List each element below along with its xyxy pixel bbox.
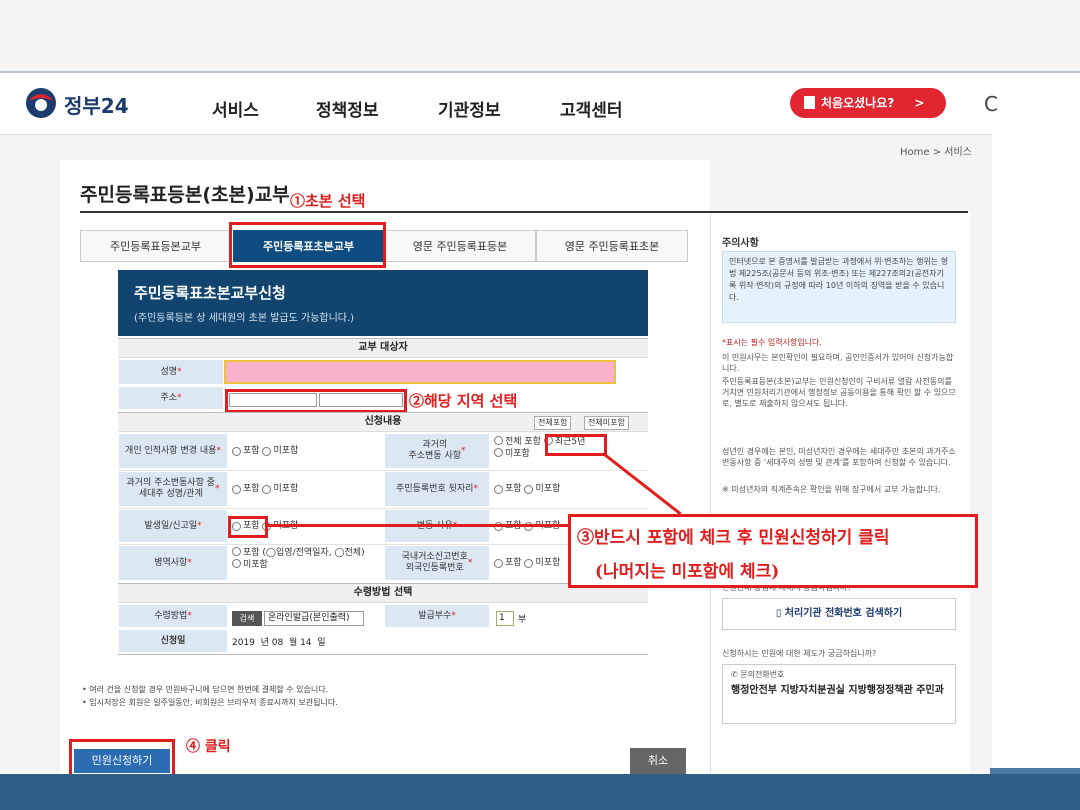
overseas-label: 국내거소신고번호 외국인등록번호 *: [384, 545, 490, 581]
form-subheading: (주민등록등본 상 세대원의 초본 발급도 가능합니다.): [134, 313, 355, 324]
address-label: 주소 *: [118, 386, 224, 410]
annotation-4: ④ 클릭: [186, 739, 231, 755]
radio-all[interactable]: [494, 436, 503, 445]
phone-book-icon: ▯: [775, 608, 785, 619]
first-visit-button[interactable]: 처음오셨나요? >: [790, 88, 946, 118]
side-required-note: *표시는 필수 입력사항입니다.: [722, 338, 822, 347]
nav-policy[interactable]: 정책정보: [316, 96, 379, 121]
radio-include[interactable]: [232, 484, 241, 494]
page-title: 주민등록표등본(초본)교부: [80, 184, 290, 206]
receive-search-button[interactable]: 검색: [232, 611, 262, 626]
nav-services[interactable]: 서비스: [212, 96, 259, 121]
section-target: 교부 대상자: [118, 338, 648, 358]
copies-input[interactable]: 1: [496, 611, 514, 626]
householder-options: 포함 미포함: [232, 471, 382, 507]
receive-label: 수령방법 *: [118, 604, 228, 628]
personal-change-label: 개인 인적사항 변경 내용 *: [118, 433, 228, 469]
householder-change-label: 과거의 주소변동사항 중 세대주 성명/관계 *: [118, 471, 228, 507]
side-warning-box: 인터넷으로 본 증명서를 발급받는 과정에서 위·변조하는 행위는 형법 제22…: [722, 251, 956, 323]
highlight-tab: [229, 222, 386, 268]
radio-exclude[interactable]: [232, 559, 241, 568]
radio-include[interactable]: [494, 484, 503, 494]
name-label: 성명 *: [118, 359, 224, 385]
radio-past-exclude[interactable]: [494, 448, 503, 457]
highlight-submit: [69, 739, 175, 777]
receive-method-field[interactable]: 온라인발급(본인출력): [264, 611, 364, 626]
nav-agency[interactable]: 기관정보: [438, 96, 501, 121]
site-logo-text[interactable]: 정부24: [64, 90, 129, 119]
contact-value: 행정안전부 지방자치분권실 지방행정정책관 주민과: [731, 685, 944, 696]
highlight-recent: [545, 434, 607, 456]
chevron-right-icon: >: [914, 96, 925, 110]
form-heading: 주민등록표초본교부신청: [134, 284, 286, 302]
row-divider: [118, 654, 648, 655]
side-para-3: 주민등록표등본(초본)교부는 민원신청인이 구비서류 열람 사전동의를 거치면 …: [722, 377, 956, 408]
nav-support[interactable]: 고객센터: [560, 96, 623, 121]
exclude-all-button[interactable]: 전체미포함: [584, 416, 629, 430]
first-visit-label: 처음오셨나요?: [821, 96, 895, 110]
overseas-options: 포함 미포함: [494, 545, 572, 581]
breadcrumb: Home > 서비스: [900, 147, 972, 158]
header-edge-glyph: C: [984, 92, 998, 116]
form-header: 주민등록표초본교부신청 (주민등록등본 상 세대원의 초본 발급도 가능합니다.…: [118, 270, 648, 336]
contact-box: ✆ 문의전화번호 행정안전부 지방자치분권실 지방행정정책관 주민과: [722, 664, 956, 724]
side-para-5: ※ 미성년자의 직계존속은 확인을 위해 장구에서 교부 가능합니다.: [722, 485, 941, 494]
annotation-2: ②해당 지역 선택: [409, 392, 518, 410]
rrn-back-label: 주민등록번호 뒷자리 *: [384, 471, 490, 507]
issue-date-label: 발생일/신고일 *: [118, 509, 228, 543]
note-2: • 임시저장은 회원은 일주일동안, 비회원은 브라우저 종료시까지 보관됩니다…: [82, 698, 338, 707]
copies-label: 발급부수 *: [384, 604, 490, 628]
tab-english-abstract[interactable]: 영문 주민등록표초본: [536, 230, 688, 262]
copies-unit: 부: [518, 615, 527, 625]
radio-include[interactable]: [232, 547, 241, 556]
radio-exclude[interactable]: [262, 484, 272, 494]
rrn-back-options: 포함 미포함: [494, 471, 644, 507]
radio-exclude[interactable]: [262, 446, 272, 456]
footer-band: [0, 774, 1080, 810]
name-input[interactable]: [224, 360, 616, 384]
date-value: 2019 년 08 월 14 일: [232, 638, 326, 648]
agency-phone-search-button[interactable]: ▯ 처리기관 전화번호 검색하기: [722, 598, 956, 630]
military-label: 병역사항 *: [118, 545, 228, 581]
phone-icon: ✆: [731, 670, 741, 679]
tab-certificate-full[interactable]: 주민등록표등본교부: [80, 230, 231, 262]
title-rule: [80, 211, 968, 213]
annotation-3-line1: ③반드시 포함에 체크 후 민원신청하기 클릭: [577, 528, 890, 548]
gov24-logo-icon: [26, 88, 56, 118]
browser-top-area: [0, 0, 1080, 72]
radio-exclude[interactable]: [524, 558, 534, 568]
annotation-arrow: [268, 524, 572, 527]
note-1: • 여러 건을 신청할 경우 민원바구니에 담으면 한번에 결제할 수 있습니다…: [82, 685, 329, 694]
radio-include[interactable]: [494, 558, 503, 568]
side-title: 주의사항: [722, 238, 759, 249]
side-para-2: 이 민원사무는 본인확인이 필요하며, 공인인증서가 있어야 신청가능합니다.: [722, 353, 954, 373]
date-label: 신청일: [118, 629, 228, 653]
military-options: 포함 (◯입영/전역일자, ◯전체) 미포함: [232, 547, 384, 579]
annotation-3-box: ③반드시 포함에 체크 후 민원신청하기 클릭 (나머지는 미포함에 체크): [568, 514, 978, 588]
highlight-include: [228, 516, 268, 538]
radio-exclude[interactable]: [524, 484, 534, 494]
include-all-button[interactable]: 전체포함: [534, 416, 572, 430]
annotation-3-line2: (나머지는 미포함에 체크): [595, 562, 780, 582]
radio-include[interactable]: [232, 446, 241, 456]
side-para-7: 신청하시는 민원에 대한 제도가 궁금하십니까?: [722, 649, 877, 658]
annotation-1: ①초본 선택: [290, 192, 366, 210]
right-gutter: [992, 73, 1080, 773]
past-address-label: 과거의 주소변동 사항 *: [384, 433, 490, 469]
highlight-address: [225, 389, 407, 413]
tab-english-full[interactable]: 영문 주민등록표등본: [384, 230, 536, 262]
cancel-button[interactable]: 취소: [630, 748, 686, 774]
personal-change-options: 포함 미포함: [232, 433, 382, 469]
bookmark-icon: [804, 96, 815, 109]
side-para-4: 성년인 경우에는 본인, 미성년자인 경우에는 세대주만 초본의 과거주소변동사…: [722, 447, 956, 467]
